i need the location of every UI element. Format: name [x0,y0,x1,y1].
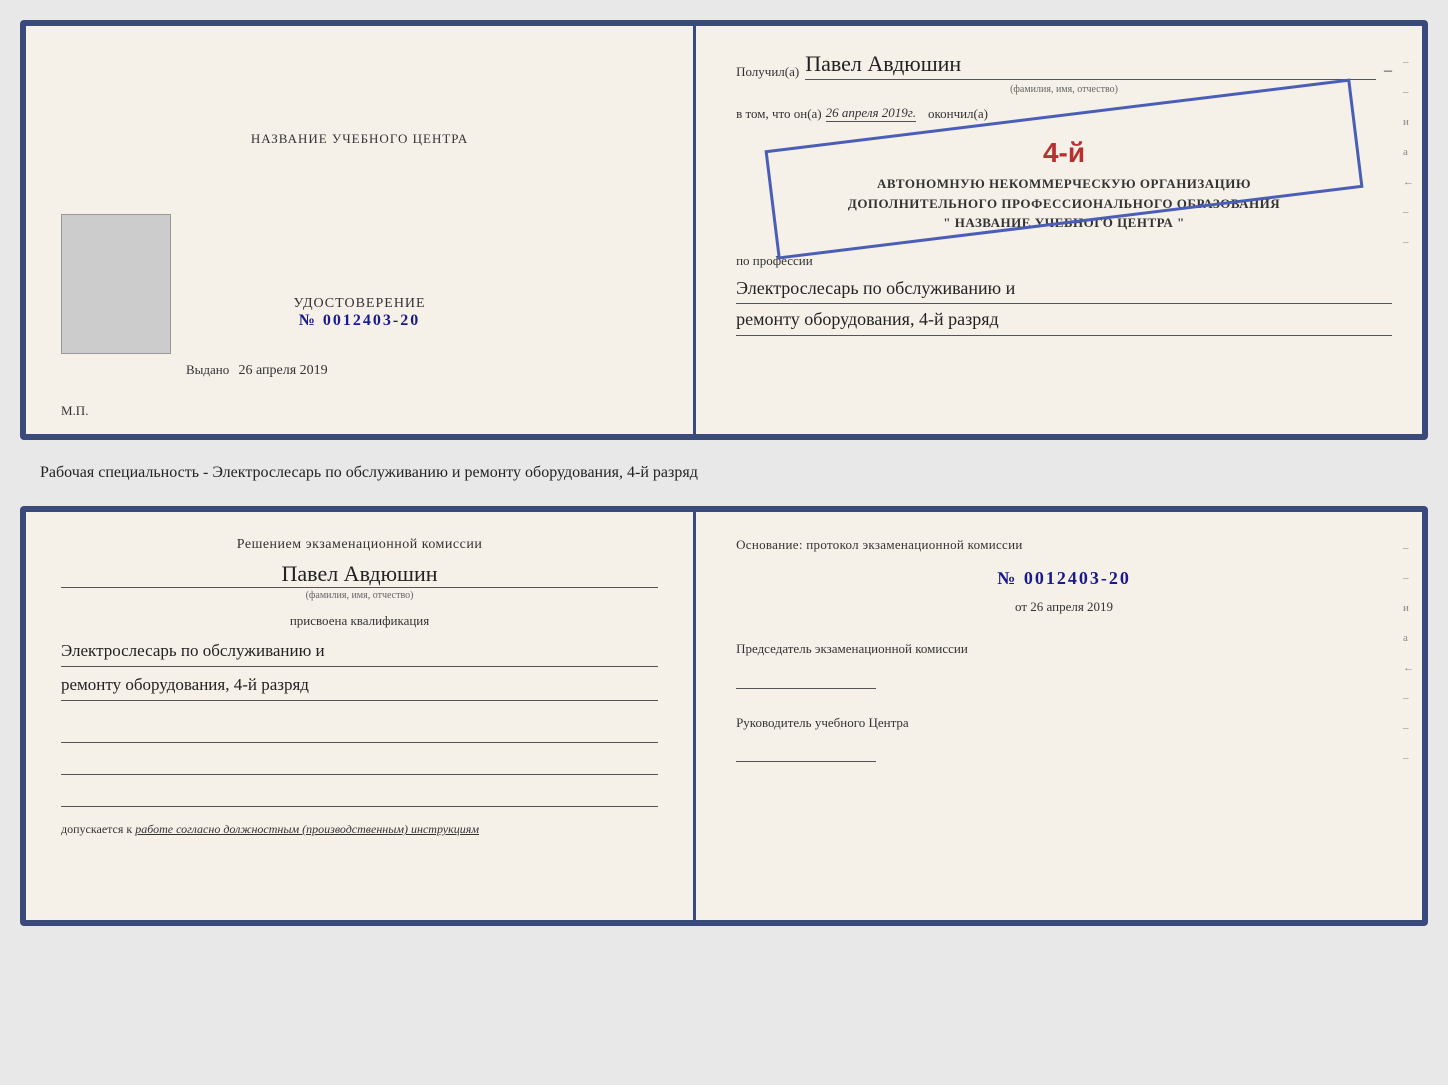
vtom-line: в том, что он(а) 26 апреля 2019г. окончи… [736,105,1392,122]
middle-text: Рабочая специальность - Электрослесарь п… [20,458,1428,488]
protocol-number: № 0012403-20 [736,568,1392,589]
org-line3: " НАЗВАНИЕ УЧЕБНОГО ЦЕНТРА " [736,213,1392,233]
poluchil-label: Получил(a) [736,64,799,80]
vydano-line: Выдано 26 апреля 2019 [186,362,328,379]
center-title-top: НАЗВАНИЕ УЧЕБНОГО ЦЕНТРА [251,131,468,147]
org-line2: ДОПОЛНИТЕЛЬНОГО ПРОФЕССИОНАЛЬНОГО ОБРАЗО… [736,194,1392,214]
profession-line1-top: Электрослесарь по обслуживанию и [736,273,1392,305]
sig-line-3 [61,785,658,807]
org-block: 4-й АВТОНОМНУЮ НЕКОММЕРЧЕСКУЮ ОРГАНИЗАЦИ… [736,132,1392,233]
udostoverenie-block: УДОСТОВЕРЕНИЕ № 0012403-20 [293,296,425,330]
doc-bottom-left: Решением экзаменационной комиссии Павел … [26,512,696,920]
poluchil-line: Получил(a) Павел Авдюшин – [736,51,1392,80]
document-bottom: Решением экзаменационной комиссии Павел … [20,506,1428,926]
mp-text: М.П. [61,403,88,419]
right-edge-marks-top: – – и а ← – – [1403,56,1414,248]
rukovoditel-sig-line [736,742,876,762]
dopuskaetsya-value: работе согласно должностным (производств… [135,822,479,836]
rukovoditel-block: Руководитель учебного Центра [736,714,1392,762]
fio-hint-top: (фамилия, имя, отчество) [736,84,1392,95]
recipient-name-bottom: Павел Авдюшин [61,561,658,588]
doc-left-top: НАЗВАНИЕ УЧЕБНОГО ЦЕНТРА УДОСТОВЕРЕНИЕ №… [26,26,696,434]
ot-date: от 26 апреля 2019 [736,599,1392,615]
profession-line2-top: ремонту оборудования, 4-й разряд [736,304,1392,336]
photo-placeholder [61,214,171,354]
prisvoena-text: присвоена квалификация [61,613,658,629]
sig-line-2 [61,753,658,775]
po-professii-label: по профессии [736,253,1392,269]
qualification-line1: Электрослесарь по обслуживанию и [61,637,658,667]
document-top: НАЗВАНИЕ УЧЕБНОГО ЦЕНТРА УДОСТОВЕРЕНИЕ №… [20,20,1428,440]
signature-lines [61,721,658,807]
sig-line-1 [61,721,658,743]
rank-display: 4-й [1043,137,1085,168]
predsedatel-sig-line [736,669,876,689]
page-wrapper: НАЗВАНИЕ УЧЕБНОГО ЦЕНТРА УДОСТОВЕРЕНИЕ №… [20,20,1428,926]
rukovoditel-title: Руководитель учебного Центра [736,714,1392,732]
predsedatel-block: Председатель экзаменационной комиссии [736,640,1392,688]
dopuskaetsya-label: допускается к [61,822,132,836]
doc-right-top: Получил(a) Павел Авдюшин – (фамилия, имя… [696,26,1422,434]
doc-number-top: № 0012403-20 [299,312,420,329]
resheniem-title: Решением экзаменационной комиссии [61,537,658,553]
vtom-date: 26 апреля 2019г. [826,105,916,122]
udostoverenie-title: УДОСТОВЕРЕНИЕ [293,296,425,312]
org-line1: АВТОНОМНУЮ НЕКОММЕРЧЕСКУЮ ОРГАНИЗАЦИЮ [736,174,1392,194]
qualification-line2: ремонту оборудования, 4-й разряд [61,671,658,701]
osnovanie-title: Основание: протокол экзаменационной коми… [736,537,1392,553]
right-edge-marks-bottom: – – и а ← – – – [1403,542,1414,764]
fio-hint-bottom: (фамилия, имя, отчество) [61,590,658,601]
doc-bottom-right: Основание: протокол экзаменационной коми… [696,512,1422,920]
predsedatel-title: Председатель экзаменационной комиссии [736,640,1392,658]
recipient-name-top: Павел Авдюшин [805,51,1376,80]
dopuskaetsya-block: допускается к работе согласно должностны… [61,822,658,837]
